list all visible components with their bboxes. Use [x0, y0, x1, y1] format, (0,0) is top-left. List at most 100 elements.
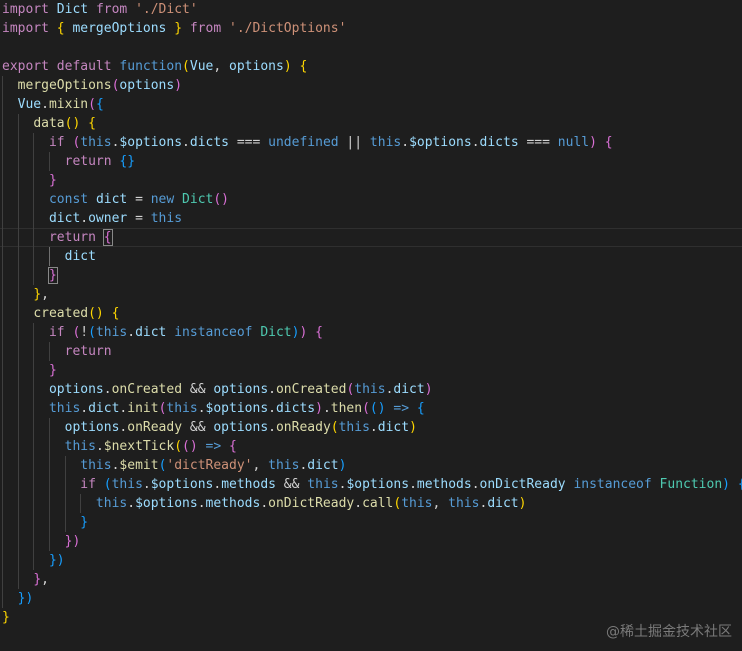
- code-token: {: [604, 135, 613, 150]
- code-token: .: [409, 477, 417, 492]
- code-token: ): [315, 401, 323, 416]
- code-token: {: [299, 59, 308, 74]
- code-token: .: [471, 477, 480, 492]
- code-line[interactable]: if (this.$options.dicts === undefined ||…: [2, 133, 613, 152]
- code-line[interactable]: created() {: [2, 304, 119, 323]
- code-token: null: [557, 135, 590, 150]
- code-line[interactable]: options.onCreated && options.onCreated(t…: [2, 380, 433, 399]
- code-token: instanceof: [573, 477, 652, 492]
- code-token: .: [401, 135, 410, 150]
- code-line[interactable]: import Dict from './Dict': [2, 0, 198, 19]
- code-token: =: [127, 192, 151, 207]
- code-token: ||: [338, 135, 370, 150]
- code-token: if: [48, 135, 65, 150]
- code-line[interactable]: }: [2, 266, 58, 285]
- code-token: this: [307, 477, 339, 492]
- code-line[interactable]: }): [2, 551, 65, 570]
- code-token: ,: [432, 496, 449, 511]
- code-line[interactable]: dict.owner = this: [2, 209, 182, 228]
- code-line[interactable]: import { mergeOptions } from './DictOpti…: [2, 19, 346, 38]
- code-token: .: [80, 401, 89, 416]
- code-token: function: [119, 59, 183, 74]
- code-line[interactable]: export default function(Vue, options) {: [2, 57, 307, 76]
- code-line[interactable]: }): [2, 589, 34, 608]
- code-token: ): [338, 458, 347, 473]
- code-line[interactable]: this.$options.methods.onDictReady.call(t…: [2, 494, 527, 513]
- code-token: './DictOptions': [229, 21, 347, 36]
- code-token: $options: [205, 401, 269, 416]
- code-line[interactable]: }: [2, 171, 57, 190]
- code-line[interactable]: if (this.$options.methods && this.$optio…: [2, 475, 742, 494]
- code-token: .: [127, 325, 136, 340]
- code-token: Dict: [56, 2, 89, 17]
- code-token: dict: [393, 382, 425, 397]
- code-token: .: [103, 382, 112, 397]
- code-token: then: [330, 401, 363, 416]
- code-line[interactable]: },: [2, 285, 49, 304]
- code-token: dict: [135, 325, 167, 340]
- code-token: .: [142, 477, 151, 492]
- code-token: dict: [64, 249, 96, 264]
- code-token: instanceof: [174, 325, 253, 340]
- code-token: owner: [88, 211, 128, 226]
- code-token: {: [102, 229, 113, 246]
- code-line[interactable]: },: [2, 570, 49, 589]
- code-token: const: [48, 192, 89, 207]
- code-line[interactable]: this.$nextTick(() => {: [2, 437, 237, 456]
- code-line[interactable]: }: [2, 513, 88, 532]
- code-token: $options: [150, 477, 214, 492]
- code-line[interactable]: dict: [2, 247, 96, 266]
- code-line[interactable]: }: [2, 361, 57, 380]
- code-line[interactable]: return {: [2, 228, 113, 247]
- code-token: options: [213, 420, 269, 435]
- code-token: }: [80, 515, 89, 530]
- code-token: .: [41, 97, 49, 112]
- code-token: if: [48, 325, 65, 340]
- code-token: dict: [95, 192, 128, 207]
- code-token: this: [401, 496, 433, 511]
- code-line[interactable]: mergeOptions(options): [2, 76, 182, 95]
- code-token: mergeOptions: [17, 78, 112, 93]
- code-token: {: [416, 401, 425, 416]
- code-token: .: [322, 401, 331, 416]
- code-token: onCreated: [275, 382, 347, 397]
- code-line[interactable]: }: [2, 608, 10, 627]
- code-editor[interactable]: import Dict from './Dict' import { mergeO…: [0, 0, 742, 651]
- code-token: init: [127, 401, 159, 416]
- code-line[interactable]: this.$emit('dictReady', this.dict): [2, 456, 346, 475]
- code-line[interactable]: this.dict.init(this.$options.dicts).then…: [2, 399, 425, 418]
- code-token: return: [64, 344, 112, 359]
- code-token: options: [213, 382, 269, 397]
- code-token: {: [315, 325, 323, 340]
- code-token: .: [268, 420, 276, 435]
- code-line[interactable]: return: [2, 342, 112, 361]
- code-token: {}: [119, 154, 136, 169]
- code-token: Dict: [182, 192, 214, 207]
- code-token: {: [88, 116, 96, 131]
- code-line[interactable]: Vue.mixin({: [2, 95, 104, 114]
- code-token: options: [48, 382, 104, 397]
- code-token: {: [111, 306, 120, 321]
- code-token: }): [64, 534, 81, 549]
- code-token: ): [174, 78, 183, 93]
- code-line[interactable]: return {}: [2, 152, 135, 171]
- code-line[interactable]: if (!(this.dict instanceof Dict)) {: [2, 323, 323, 342]
- code-line[interactable]: data() {: [2, 114, 96, 133]
- code-line[interactable]: const dict = new Dict(): [2, 190, 229, 209]
- code-token: this: [80, 458, 112, 473]
- code-token: this: [95, 325, 128, 340]
- code-line[interactable]: }): [2, 532, 81, 551]
- code-line[interactable]: options.onReady && options.onReady(this.…: [2, 418, 417, 437]
